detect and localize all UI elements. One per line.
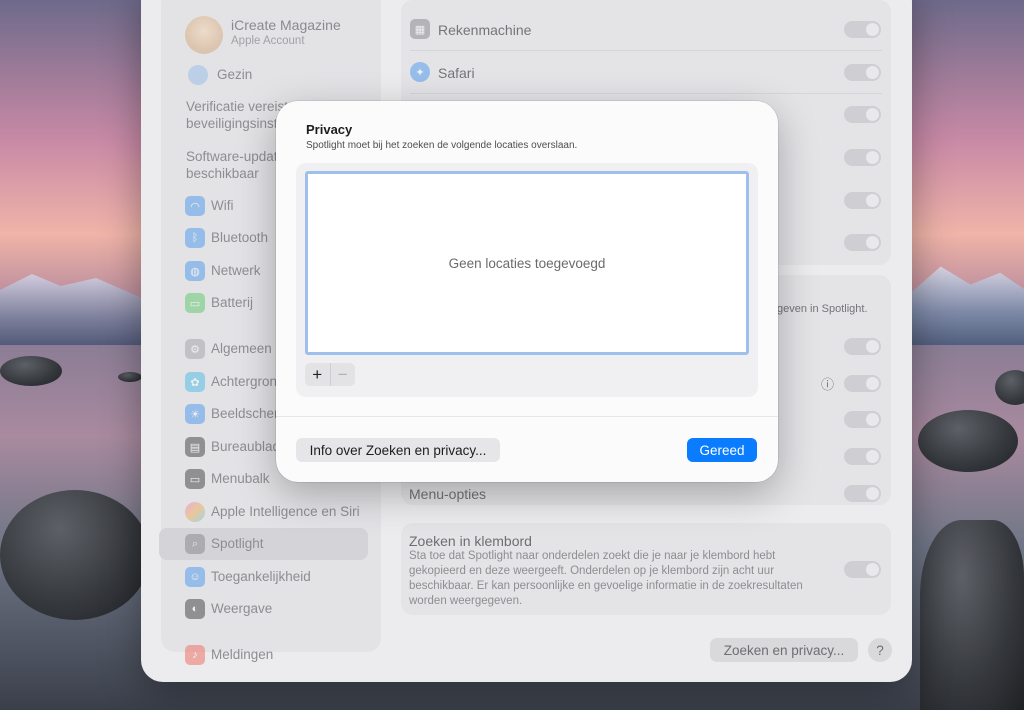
wallpaper-rock — [0, 356, 62, 386]
info-search-privacy-button[interactable]: Info over Zoeken en privacy... — [296, 438, 500, 462]
toggle-row-4[interactable] — [844, 149, 881, 166]
safari-icon: ✦ — [410, 62, 430, 82]
wallpaper-rock — [920, 520, 1024, 710]
help-button[interactable]: ? — [868, 638, 892, 662]
toggle-result-1[interactable] — [844, 338, 881, 355]
toggle-result-4[interactable] — [844, 448, 881, 465]
sheet-divider — [276, 416, 778, 417]
sidebar-item-battery[interactable]: Batterij — [211, 295, 253, 310]
sidebar-item-siri[interactable]: Apple Intelligence en Siri — [211, 504, 360, 519]
clipboard-desc-line3: beschikbaar. Er kan persoonlijke en gevo… — [409, 580, 803, 592]
row-separator — [410, 93, 882, 94]
excluded-locations-list[interactable]: Geen locaties toegevoegd — [305, 171, 749, 355]
sidebar-item-spotlight[interactable]: Spotlight — [211, 536, 264, 551]
desktop-icon: ▤ — [185, 437, 205, 457]
family-icon — [188, 65, 208, 85]
add-remove-control: + − — [305, 363, 355, 386]
account-name[interactable]: iCreate Magazine — [231, 17, 341, 33]
battery-icon: ▭ — [185, 293, 205, 313]
row-separator — [410, 50, 882, 51]
sidebar-item-bluetooth[interactable]: Bluetooth — [211, 230, 268, 245]
clipboard-desc-line1: Sta toe dat Spotlight naar onderdelen zo… — [409, 550, 776, 562]
spotlight-description-partial: geven in Spotlight. — [777, 303, 868, 315]
notice-update-line2[interactable]: beschikbaar — [186, 166, 259, 181]
gear-icon: ⚙ — [185, 339, 205, 359]
siri-icon — [185, 502, 205, 522]
sidebar-item-notifications[interactable]: Meldingen — [211, 647, 273, 662]
wallpaper-mountain-right — [905, 266, 1024, 352]
sidebar-item-appearance[interactable]: Weergave — [211, 601, 272, 616]
toggle-row-3[interactable] — [844, 106, 881, 123]
toggle-calculator[interactable] — [844, 21, 881, 38]
toggle-safari[interactable] — [844, 64, 881, 81]
info-icon[interactable]: ⓘ — [821, 374, 834, 393]
sidebar-item-accessibility[interactable]: Toegankelijkheid — [211, 569, 311, 584]
sidebar-item-family[interactable]: Gezin — [217, 67, 252, 82]
notice-update-line1[interactable]: Software-update — [186, 149, 285, 164]
wallpaper-rock — [118, 372, 142, 382]
accessibility-icon: ☺ — [185, 567, 205, 587]
toggle-result-2[interactable] — [844, 375, 881, 392]
add-location-button[interactable]: + — [305, 363, 330, 386]
sidebar-item-wifi[interactable]: Wifi — [211, 198, 234, 213]
wallpaper-mountain-left — [0, 274, 160, 350]
appearance-icon: ◐ — [185, 599, 205, 619]
sheet-title: Privacy — [306, 122, 353, 137]
magnifier-icon: ⌕ — [185, 534, 205, 554]
toggle-menu-options[interactable] — [844, 485, 881, 502]
sidebar-item-general[interactable]: Algemeen — [211, 341, 272, 356]
flower-icon: ✿ — [185, 372, 205, 392]
sidebar-item-network[interactable]: Netwerk — [211, 263, 261, 278]
wallpaper-rock — [0, 490, 150, 620]
empty-list-message: Geen locaties toegevoegd — [448, 255, 606, 271]
search-privacy-button[interactable]: Zoeken en privacy... — [710, 638, 858, 662]
clipboard-desc-line4: worden weergegeven. — [409, 595, 523, 607]
row-safari: Safari — [438, 65, 475, 81]
calculator-icon: ▦ — [410, 19, 430, 39]
toggle-clipboard[interactable] — [844, 561, 881, 578]
toggle-row-5[interactable] — [844, 192, 881, 209]
toggle-row-6[interactable] — [844, 234, 881, 251]
done-button[interactable]: Gereed — [687, 438, 757, 462]
remove-location-button[interactable]: − — [329, 363, 356, 386]
account-avatar[interactable] — [185, 16, 223, 54]
privacy-sheet: Privacy Spotlight moet bij het zoeken de… — [276, 101, 778, 482]
sidebar-item-menubar[interactable]: Menubalk — [211, 471, 270, 486]
clipboard-title: Zoeken in klembord — [409, 533, 532, 549]
wallpaper-rock — [918, 410, 1018, 472]
account-subtitle: Apple Account — [231, 35, 305, 47]
bell-icon: ♪ — [185, 645, 205, 665]
globe-icon: ◍ — [185, 261, 205, 281]
row-calculator: Rekenmachine — [438, 22, 532, 38]
sun-icon: ☀ — [185, 404, 205, 424]
clipboard-desc-line2: gekopieerd en deze weergeeft. Onderdelen… — [409, 565, 775, 577]
toggle-result-3[interactable] — [844, 411, 881, 428]
sheet-subtitle: Spotlight moet bij het zoeken de volgend… — [306, 140, 578, 151]
sidebar-item-wallpaper[interactable]: Achtergrond — [211, 374, 285, 389]
bluetooth-icon: ᛒ — [185, 228, 205, 248]
row-menu-options: Menu-opties — [409, 486, 487, 502]
wifi-icon: ◠ — [185, 196, 205, 216]
menubar-icon: ▭ — [185, 469, 205, 489]
